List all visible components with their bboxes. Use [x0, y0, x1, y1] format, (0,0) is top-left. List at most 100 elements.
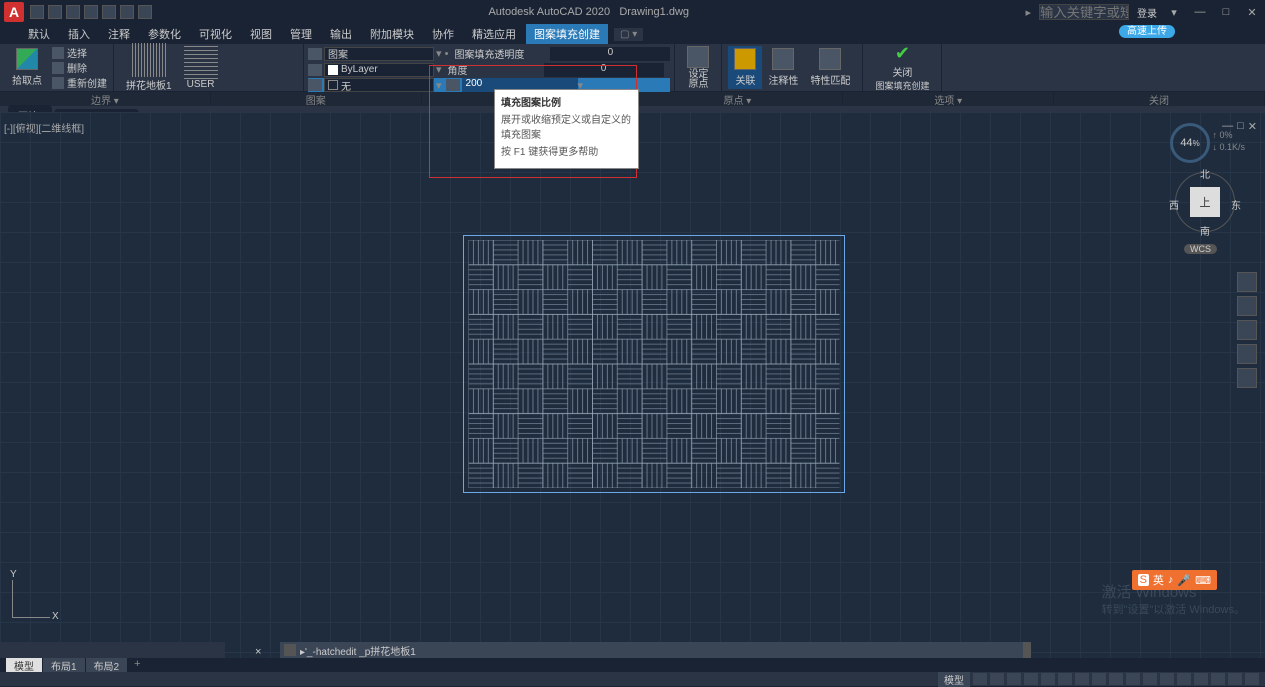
set-origin-button[interactable]: 设定 原点 — [681, 44, 715, 92]
status-units[interactable] — [1177, 673, 1191, 685]
status-qp[interactable] — [1109, 673, 1123, 685]
status-grid[interactable] — [973, 673, 987, 685]
maximize-icon[interactable]: □ — [1217, 5, 1235, 19]
ime-mic-icon[interactable]: 🎤 — [1177, 574, 1191, 587]
recreate-button[interactable]: 重新创建 — [52, 76, 107, 90]
qat-plot[interactable] — [102, 5, 116, 19]
menu-extra[interactable]: ▢ ▾ — [614, 28, 643, 41]
status-hw[interactable] — [1228, 673, 1242, 685]
menu-output[interactable]: 输出 — [322, 24, 360, 44]
ime-voice-icon[interactable]: ♪ — [1168, 574, 1174, 587]
pick-points-button[interactable]: 拾取点 — [6, 46, 48, 89]
menu-view3d[interactable]: 可视化 — [191, 24, 240, 44]
qat-new[interactable] — [30, 5, 44, 19]
annotative-icon — [772, 48, 794, 70]
upload-button[interactable]: 高速上传 — [1119, 25, 1175, 38]
viewcube-top[interactable]: 上 — [1190, 187, 1220, 217]
menu-insert[interactable]: 插入 — [60, 24, 98, 44]
plabel-origin[interactable]: 原点 ▾ — [632, 92, 843, 106]
help-icon[interactable]: ▾ — [1165, 5, 1183, 19]
search-input[interactable] — [1039, 4, 1129, 20]
bg-dropdown[interactable]: 无 — [324, 78, 434, 92]
status-snap[interactable] — [990, 673, 1004, 685]
status-annmon[interactable] — [1143, 673, 1157, 685]
viewcube-e[interactable]: 东 — [1231, 197, 1241, 212]
status-clean[interactable] — [1194, 673, 1208, 685]
hatch-object[interactable] — [463, 235, 845, 493]
command-line[interactable]: ▸'_-hatchedit _p拼花地板1 — [280, 642, 1023, 658]
ime-kb-icon[interactable]: ⌨ — [1195, 574, 1211, 587]
nav-pan[interactable] — [1237, 296, 1257, 316]
qat-undo[interactable] — [120, 5, 134, 19]
wcs-label[interactable]: WCS — [1184, 244, 1217, 254]
associative-icon — [734, 48, 756, 70]
transparency-value[interactable]: 0 — [550, 47, 670, 61]
nav-percent[interactable]: 44% — [1170, 123, 1210, 163]
status-ws[interactable] — [1160, 673, 1174, 685]
color-label: ByLayer — [341, 64, 378, 75]
viewcube-s[interactable]: 南 — [1200, 223, 1210, 238]
menu-hatch-create[interactable]: 图案填充创建 — [526, 24, 608, 44]
view-label[interactable]: [-][俯视][二维线框] — [4, 120, 84, 135]
viewcube-w[interactable]: 西 — [1169, 197, 1179, 212]
status-model[interactable]: 模型 — [938, 672, 970, 687]
menu-featured[interactable]: 精选应用 — [464, 24, 524, 44]
qat-save[interactable] — [66, 5, 80, 19]
viewcube-n[interactable]: 北 — [1200, 166, 1210, 181]
status-transparency[interactable] — [1092, 673, 1106, 685]
layout-2[interactable]: 布局2 — [86, 658, 129, 672]
color-dropdown[interactable]: ByLayer — [324, 63, 434, 77]
nav-wheel[interactable] — [1237, 272, 1257, 292]
layout-model[interactable]: 模型 — [6, 658, 43, 672]
menu-bar: 默认 插入 注释 参数化 可视化 视图 管理 输出 附加模块 协作 精选应用 图… — [0, 24, 1265, 44]
drawing-canvas[interactable]: [-][俯视][二维线框] — □ ✕ — [0, 112, 1265, 658]
status-sc[interactable] — [1126, 673, 1140, 685]
close-icon[interactable]: ✕ — [1243, 5, 1261, 19]
cmd-close[interactable]: × — [255, 646, 261, 658]
nav-showmotion[interactable] — [1237, 368, 1257, 388]
hatch-swatch-2[interactable]: USER — [178, 43, 224, 92]
status-polar[interactable] — [1024, 673, 1038, 685]
status-lwt[interactable] — [1075, 673, 1089, 685]
status-iso[interactable] — [1211, 673, 1225, 685]
associative-button[interactable]: 关联 — [728, 46, 762, 89]
hscroll[interactable] — [0, 642, 225, 658]
qat-saveas[interactable] — [84, 5, 98, 19]
ime-indicator[interactable]: S 英 ♪🎤⌨ — [1132, 570, 1217, 590]
qat-open[interactable] — [48, 5, 62, 19]
menu-default[interactable]: 默认 — [20, 24, 58, 44]
menu-addins[interactable]: 附加模块 — [362, 24, 422, 44]
annotative-button[interactable]: 注释性 — [762, 46, 804, 89]
status-custom[interactable] — [1245, 673, 1259, 685]
qat-redo[interactable] — [138, 5, 152, 19]
menu-manage[interactable]: 管理 — [282, 24, 320, 44]
plabel-options[interactable]: 选项 ▾ — [843, 92, 1054, 106]
nav-bar — [1237, 272, 1257, 388]
pattern-type-dropdown[interactable]: 图案 — [324, 47, 434, 61]
angle-value[interactable]: 0 — [544, 63, 664, 77]
nav-orbit[interactable] — [1237, 344, 1257, 364]
minimize-icon[interactable]: — — [1191, 5, 1209, 19]
nav-zoom[interactable] — [1237, 320, 1257, 340]
viewcube[interactable]: 上 北 南 东 西 — [1165, 162, 1245, 242]
ribbon: 拾取点 选择 删除 重新创建 拼花地板1 USER 图案 ▾ • 图案填充透明度… — [0, 44, 1265, 92]
select-button[interactable]: 选择 — [52, 46, 107, 60]
status-ortho[interactable] — [1007, 673, 1021, 685]
layout-1[interactable]: 布局1 — [43, 658, 86, 672]
cmd-scroll[interactable] — [1023, 642, 1031, 658]
menu-collab[interactable]: 协作 — [424, 24, 462, 44]
remove-button[interactable]: 删除 — [52, 61, 107, 75]
menu-view[interactable]: 视图 — [242, 24, 280, 44]
panel-boundary: 拾取点 选择 删除 重新创建 — [0, 44, 114, 91]
close-hatch-button[interactable]: ✔ 关闭 图案填充创建 — [869, 41, 935, 94]
layout-add[interactable]: + — [128, 658, 146, 672]
plabel-boundary[interactable]: 边界 ▾ — [0, 92, 211, 106]
scale-icon — [446, 79, 460, 91]
vp-close-icon[interactable]: ✕ — [1248, 120, 1257, 133]
match-props-button[interactable]: 特性匹配 — [804, 46, 856, 89]
status-osnap[interactable] — [1041, 673, 1055, 685]
status-otrack[interactable] — [1058, 673, 1072, 685]
login-text[interactable]: 登录 — [1137, 5, 1157, 20]
hatch-swatch-1[interactable]: 拼花地板1 — [120, 41, 178, 94]
app-logo[interactable]: A — [4, 2, 24, 22]
